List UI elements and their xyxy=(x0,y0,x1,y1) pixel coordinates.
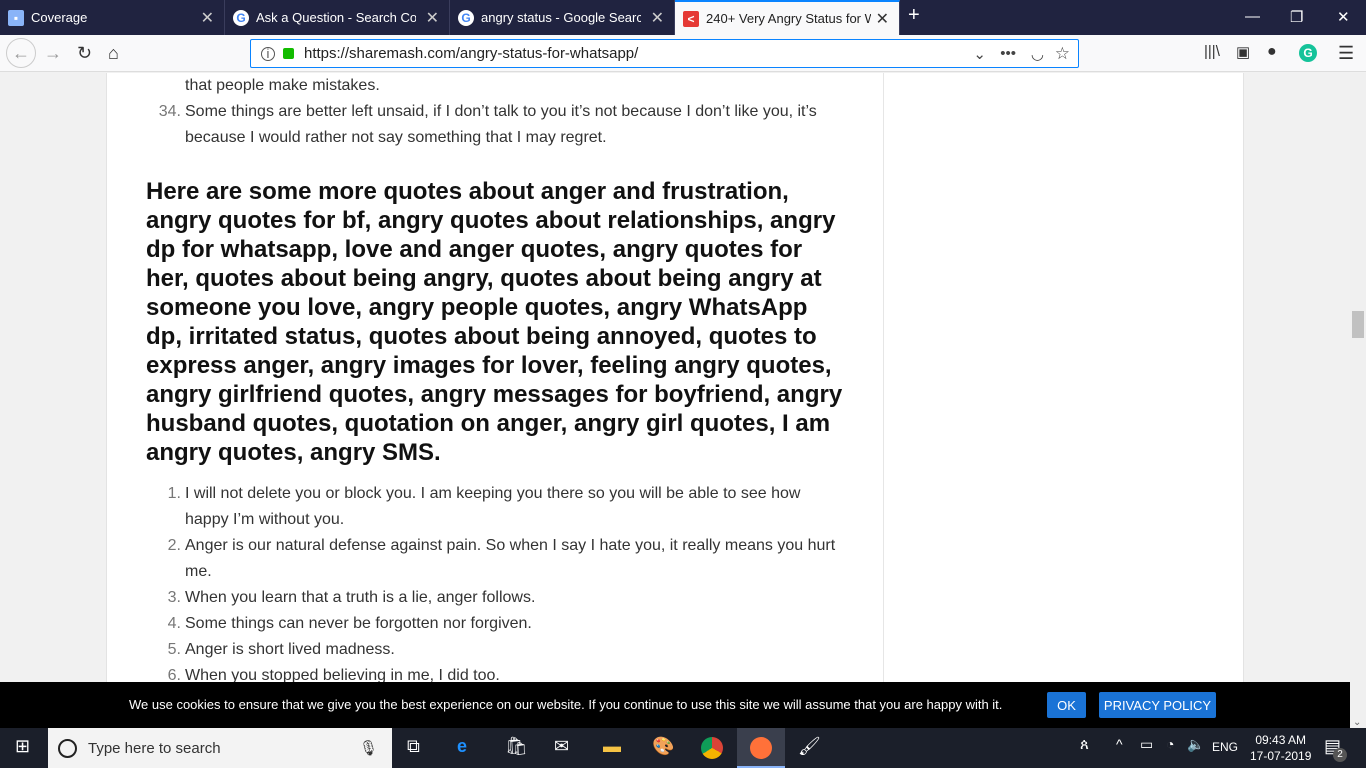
list-item: 6. When you stopped believing in me, I di… xyxy=(167,667,500,682)
google-icon: G xyxy=(458,9,474,26)
account-icon[interactable]: ● xyxy=(1267,43,1277,61)
firefox-icon xyxy=(750,737,772,759)
tab-sharemash[interactable]: <240+ Very Angry Status for WhatsApp✕ xyxy=(675,0,900,35)
pocket-icon[interactable]: ◡ xyxy=(1031,45,1044,63)
windows-start-icon[interactable]: ⊞ xyxy=(15,736,30,757)
chevron-down-icon[interactable]: ⌄ xyxy=(973,45,986,63)
paint-icon[interactable]: 🎨 xyxy=(652,736,674,757)
scroll-down-icon[interactable]: ⌄ xyxy=(1353,717,1361,728)
list-item: 4. Some things can never be forgotten nor… xyxy=(167,615,532,632)
library-icon[interactable]: |||\ xyxy=(1204,43,1220,60)
close-tab-icon[interactable]: ✕ xyxy=(201,8,214,28)
web-page: that people make mistakes. 34. Some thing… xyxy=(0,73,1350,682)
cookie-ok-button[interactable]: OK xyxy=(1047,692,1086,718)
close-tab-icon[interactable]: ✕ xyxy=(651,8,664,28)
google-icon: G xyxy=(233,9,249,26)
task-view-icon[interactable]: ⧉ xyxy=(407,736,420,757)
list-item: 34. Some things are better left unsaid, i… xyxy=(158,103,817,146)
language-indicator[interactable]: ENG xyxy=(1212,740,1238,754)
cookie-text: We use cookies to ensure that we give yo… xyxy=(129,697,1003,712)
volume-icon[interactable]: 🔈 xyxy=(1187,736,1204,753)
lock-icon[interactable] xyxy=(283,48,294,59)
url-bar[interactable]: i https://sharemash.com/angry-status-for… xyxy=(250,39,1079,68)
close-tab-icon[interactable]: ✕ xyxy=(426,8,439,28)
show-hidden-icons[interactable]: ^ xyxy=(1116,736,1123,752)
tab-coverage[interactable]: ▪ Coverage ✕ xyxy=(0,0,225,35)
paint3d-icon[interactable]: 🖌 xyxy=(798,736,821,757)
sidebar-divider xyxy=(883,73,884,682)
reload-button[interactable]: ↻ xyxy=(77,43,92,64)
store-icon[interactable]: 🛍 xyxy=(505,736,528,757)
cookie-banner: We use cookies to ensure that we give yo… xyxy=(0,682,1350,728)
close-tab-icon[interactable]: ✕ xyxy=(876,9,889,29)
microphone-icon[interactable]: 🎙 xyxy=(359,739,378,757)
home-button[interactable]: ⌂ xyxy=(108,43,119,64)
tab-ask-question[interactable]: GAsk a Question - Search Console✕ xyxy=(225,0,450,35)
page-actions-icon[interactable]: ••• xyxy=(1000,45,1016,62)
chrome-icon[interactable] xyxy=(701,737,723,759)
nav-bar: ← → ↻ ⌂ i https://sharemash.com/angry-st… xyxy=(0,35,1366,72)
taskbar: ⊞ Type here to search 🎙 ⧉ e 🛍 ✉ ▬ 🎨 🖌 ጰ … xyxy=(0,728,1366,768)
people-icon[interactable]: ጰ xyxy=(1080,736,1089,753)
close-window-button[interactable]: ✕ xyxy=(1337,8,1350,26)
firefox-taskbar-button[interactable] xyxy=(737,728,785,768)
grammarly-icon[interactable]: G xyxy=(1299,44,1317,62)
back-button[interactable]: ← xyxy=(6,38,36,68)
sharemash-icon: < xyxy=(683,10,699,27)
list-item: that people make mistakes. xyxy=(185,77,380,94)
privacy-policy-button[interactable]: PRIVACY POLICY xyxy=(1099,692,1216,718)
list-item: 3. When you learn that a truth is a lie, … xyxy=(167,589,536,606)
mail-icon[interactable]: ✉ xyxy=(554,736,569,757)
search-icon xyxy=(58,738,77,758)
minimize-button[interactable]: — xyxy=(1245,8,1260,25)
scrollbar-thumb[interactable] xyxy=(1352,311,1364,338)
url-text[interactable]: https://sharemash.com/angry-status-for-w… xyxy=(304,45,638,62)
clock[interactable]: 09:43 AM 17-07-2019 xyxy=(1250,732,1311,764)
taskbar-search[interactable]: Type here to search 🎙 xyxy=(48,728,392,768)
info-icon[interactable]: i xyxy=(261,46,275,61)
wifi-icon[interactable]: ◔ xyxy=(1166,736,1174,752)
search-console-icon: ▪ xyxy=(8,9,24,26)
battery-icon[interactable]: ▭ xyxy=(1140,736,1153,753)
tab-bar: ▪Coverage✕ GAsk a Question - Search Cons… xyxy=(0,0,1366,35)
forward-button[interactable]: → xyxy=(44,43,62,64)
list-item: 1. I will not delete you or block you. I … xyxy=(167,485,801,528)
new-tab-button[interactable]: + xyxy=(908,4,920,27)
action-center-icon[interactable]: ▤ 2 xyxy=(1324,736,1347,762)
edge-icon[interactable]: e xyxy=(457,736,467,757)
sidebar-icon[interactable]: ▣ xyxy=(1236,43,1250,61)
menu-icon[interactable]: ☰ xyxy=(1338,43,1354,64)
list-item: 5. Anger is short lived madness. xyxy=(167,641,395,658)
section-heading: Here are some more quotes about anger an… xyxy=(146,178,843,466)
tab-angry-status-search[interactable]: Gangry status - Google Search ✕ xyxy=(450,0,675,35)
notification-count-badge: 2 xyxy=(1333,748,1347,762)
list-item: 2. Anger is our natural defense against p… xyxy=(167,537,836,580)
scrollbar[interactable]: ⌄ xyxy=(1350,73,1366,728)
bookmark-star-icon[interactable]: ☆ xyxy=(1055,44,1070,64)
restore-button[interactable]: ❐ xyxy=(1290,8,1303,26)
file-explorer-icon[interactable]: ▬ xyxy=(603,736,621,757)
